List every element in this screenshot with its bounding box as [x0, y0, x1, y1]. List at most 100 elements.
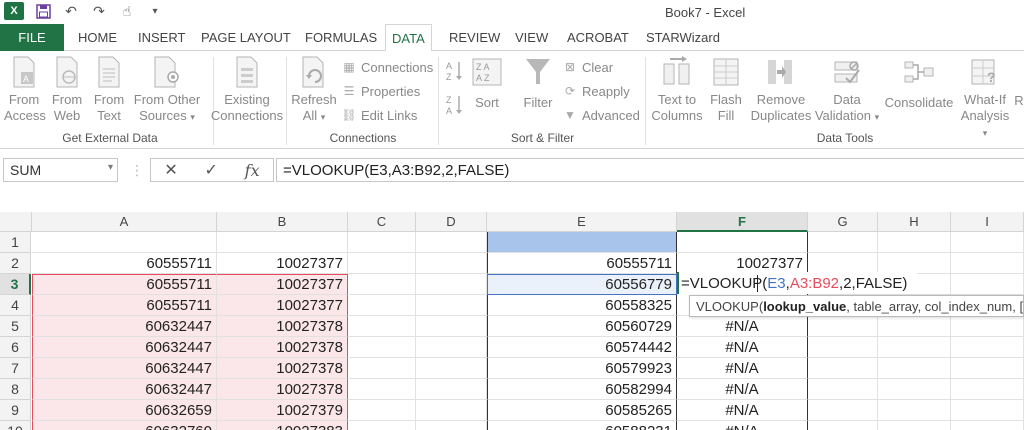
col-header-d[interactable]: D — [416, 212, 487, 232]
from-text-button[interactable]: From Text — [90, 55, 128, 124]
cell-a2[interactable]: 60555711 — [32, 253, 217, 274]
sort-az-icon[interactable]: AZ — [446, 61, 464, 82]
cell-a10[interactable]: 60632760 — [32, 421, 217, 430]
cell-g1[interactable] — [808, 232, 878, 253]
cell-c1[interactable] — [348, 232, 416, 253]
cell-g2[interactable] — [808, 253, 878, 274]
cell-e5[interactable]: 60560729 — [487, 316, 677, 337]
edit-links-button[interactable]: ⛓ Edit Links — [341, 105, 417, 125]
clear-button[interactable]: ⊠ Clear — [562, 57, 613, 77]
cell-b2[interactable]: 10027377 — [217, 253, 348, 274]
cell-c4[interactable] — [348, 295, 416, 316]
tab-home[interactable]: HOME — [72, 24, 123, 51]
refresh-all-button[interactable]: Refresh All ▾ — [291, 55, 337, 125]
cell-b1[interactable] — [217, 232, 348, 253]
cancel-icon[interactable]: ✕ — [164, 160, 177, 180]
cell-e3[interactable]: 60556779 — [487, 274, 677, 295]
tab-acrobat[interactable]: ACROBAT — [561, 24, 635, 51]
cell-h8[interactable] — [878, 379, 951, 400]
col-header-c[interactable]: C — [348, 212, 416, 232]
cell-h7[interactable] — [878, 358, 951, 379]
tab-review[interactable]: REVIEW — [443, 24, 506, 51]
data-validation-button[interactable]: Data Validation ▾ — [813, 55, 881, 125]
cell-d10[interactable] — [416, 421, 487, 430]
cell-g7[interactable] — [808, 358, 878, 379]
cell-e10[interactable]: 60588231 — [487, 421, 677, 430]
cell-g5[interactable] — [808, 316, 878, 337]
cell-c9[interactable] — [348, 400, 416, 421]
cell-c8[interactable] — [348, 379, 416, 400]
cell-a4[interactable]: 60555711 — [32, 295, 217, 316]
row-header[interactable]: 7 — [0, 358, 31, 379]
cell-e8[interactable]: 60582994 — [487, 379, 677, 400]
customize-qat-icon[interactable]: ▾ — [146, 2, 164, 20]
cell-b10[interactable]: 10027383 — [217, 421, 348, 430]
cell-e9[interactable]: 60585265 — [487, 400, 677, 421]
col-header-a[interactable]: A — [32, 212, 217, 232]
row-header[interactable]: 4 — [0, 295, 31, 316]
cell-d1[interactable] — [416, 232, 487, 253]
undo-icon[interactable]: ↶ — [62, 2, 80, 20]
cell-e6[interactable]: 60574442 — [487, 337, 677, 358]
cell-g9[interactable] — [808, 400, 878, 421]
truncated-ribbon-button[interactable]: R — [1014, 93, 1024, 109]
existing-connections-button[interactable]: Existing Connections — [210, 55, 284, 124]
cell-b8[interactable]: 10027378 — [217, 379, 348, 400]
cell-d2[interactable] — [416, 253, 487, 274]
cell-g6[interactable] — [808, 337, 878, 358]
cell-h10[interactable] — [878, 421, 951, 430]
row-header[interactable]: 5 — [0, 316, 31, 337]
cell-c5[interactable] — [348, 316, 416, 337]
remove-duplicates-button[interactable]: Remove Duplicates — [748, 55, 814, 124]
cell-e7[interactable]: 60579923 — [487, 358, 677, 379]
cell-i8[interactable] — [951, 379, 1024, 400]
cell-i10[interactable] — [951, 421, 1024, 430]
cell-d4[interactable] — [416, 295, 487, 316]
cell-a1[interactable] — [32, 232, 217, 253]
enter-icon[interactable]: ✓ — [205, 160, 218, 180]
from-access-button[interactable]: A From Access — [4, 55, 46, 124]
advanced-button[interactable]: ▼ Advanced — [562, 105, 640, 125]
cell-f9[interactable]: #N/A — [677, 400, 808, 421]
col-header-h[interactable]: H — [878, 212, 951, 232]
cell-d9[interactable] — [416, 400, 487, 421]
properties-button[interactable]: ☰ Properties — [341, 81, 421, 101]
col-header-b[interactable]: B — [217, 212, 348, 232]
from-other-sources-button[interactable]: From Other Sources ▾ — [131, 55, 203, 125]
formula-input[interactable]: =VLOOKUP(E3,A3:B92,2,FALSE) — [276, 158, 1024, 182]
filter-button[interactable]: Filter — [520, 55, 556, 111]
cell-h5[interactable] — [878, 316, 951, 337]
cell-h6[interactable] — [878, 337, 951, 358]
tab-data[interactable]: DATA — [385, 24, 432, 52]
cell-i2[interactable] — [951, 253, 1024, 274]
cell-h2[interactable] — [878, 253, 951, 274]
cell-i3[interactable] — [951, 274, 1024, 295]
cell-a3[interactable]: 60555711 — [32, 274, 217, 295]
cell-b9[interactable]: 10027379 — [217, 400, 348, 421]
tab-page-layout[interactable]: PAGE LAYOUT — [195, 24, 297, 51]
cell-i7[interactable] — [951, 358, 1024, 379]
cell-b5[interactable]: 10027378 — [217, 316, 348, 337]
cell-g10[interactable] — [808, 421, 878, 430]
reapply-button[interactable]: ⟳ Reapply — [562, 81, 630, 101]
consolidate-button[interactable]: Consolidate — [882, 55, 956, 111]
cell-d8[interactable] — [416, 379, 487, 400]
cell-a6[interactable]: 60632447 — [32, 337, 217, 358]
cell-f6[interactable]: #N/A — [677, 337, 808, 358]
row-header[interactable]: 8 — [0, 379, 31, 400]
cell-i6[interactable] — [951, 337, 1024, 358]
cell-i1[interactable] — [951, 232, 1024, 253]
insert-function-icon[interactable]: fx — [245, 161, 260, 180]
cell-d7[interactable] — [416, 358, 487, 379]
cell-g8[interactable] — [808, 379, 878, 400]
cell-a9[interactable]: 60632659 — [32, 400, 217, 421]
cell-h9[interactable] — [878, 400, 951, 421]
cell-a7[interactable]: 60632447 — [32, 358, 217, 379]
col-header-e[interactable]: E — [487, 212, 677, 232]
cell-e2[interactable]: 60555711 — [487, 253, 677, 274]
tab-view[interactable]: VIEW — [509, 24, 554, 51]
row-header[interactable]: 6 — [0, 337, 31, 358]
cell-d5[interactable] — [416, 316, 487, 337]
sort-button[interactable]: Z AA Z Sort — [470, 55, 504, 111]
from-web-button[interactable]: From Web — [48, 55, 86, 124]
